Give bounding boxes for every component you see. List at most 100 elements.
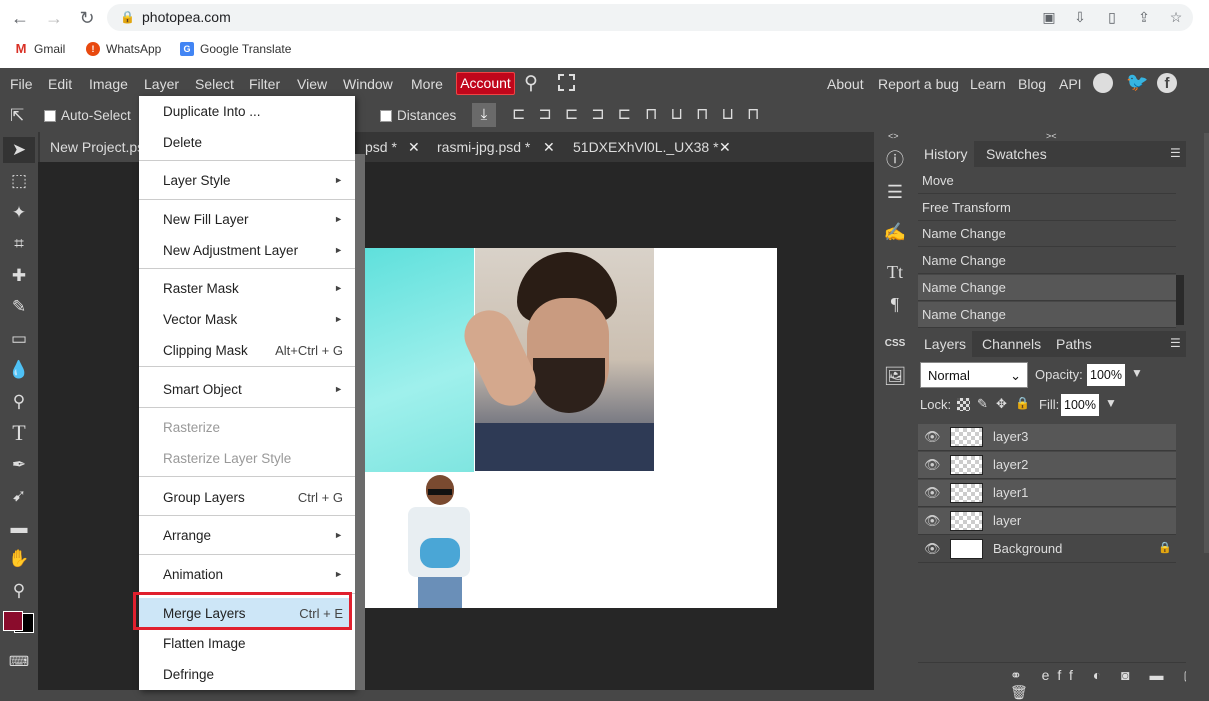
menu-layer[interactable]: Layer <box>144 76 179 92</box>
gradient-tool-icon[interactable]: ▭ <box>6 326 32 352</box>
close-icon[interactable]: ✕ <box>543 139 555 156</box>
menu-item-arrange[interactable]: Arrange ► <box>139 520 355 551</box>
menu-select[interactable]: Select <box>195 76 234 92</box>
brush-tool-icon[interactable]: ✎ <box>6 294 32 320</box>
address-bar[interactable] <box>107 4 1193 31</box>
menu-item-layer-style[interactable]: Layer Style ► <box>139 165 355 196</box>
adjust-icon[interactable]: ☰ <box>880 178 910 206</box>
layer-row[interactable]: 👁 Background 🔒 <box>918 536 1176 563</box>
download-transform-icon[interactable]: ⤓ <box>472 103 496 127</box>
url-text[interactable]: photopea.com <box>142 9 231 25</box>
page-scroll-thumb[interactable] <box>1204 133 1209 553</box>
layer-name[interactable]: layer3 <box>993 429 1028 444</box>
bookmark-gmail[interactable]: M Gmail <box>14 40 65 58</box>
menu-item-defringe[interactable]: Defringe <box>139 659 355 690</box>
download-icon[interactable]: ⇩ <box>1071 8 1089 26</box>
info-icon[interactable]: ⓘ <box>880 146 910 174</box>
lock-position-icon[interactable]: ✥ <box>996 396 1007 412</box>
css-icon[interactable]: CSS <box>880 330 910 358</box>
menu-scrollbar[interactable] <box>355 154 365 690</box>
bookmark-google-translate[interactable]: G Google Translate <box>180 40 291 58</box>
history-entry[interactable]: Name Change <box>918 248 1176 275</box>
checkbox-box[interactable] <box>380 109 392 122</box>
auto-select-checkbox[interactable]: Auto-Select <box>44 108 131 123</box>
page-icon[interactable]: ▯ <box>1103 8 1121 26</box>
checkbox-box[interactable] <box>44 109 56 122</box>
tab-new-project[interactable]: New Project.psd <box>40 132 140 162</box>
menu-view[interactable]: View <box>297 76 327 92</box>
layer-name[interactable]: layer1 <box>993 485 1028 500</box>
forward-icon[interactable]: → <box>44 8 64 28</box>
move-tool-icon[interactable]: ➤ <box>3 137 35 163</box>
tab-swatches[interactable]: Swatches <box>980 141 1053 167</box>
close-icon[interactable]: ✕ <box>719 139 731 156</box>
menu-learn[interactable]: Learn <box>970 76 1006 92</box>
blur-tool-icon[interactable]: 💧 <box>6 357 32 383</box>
history-entry[interactable]: Name Change <box>918 274 1176 301</box>
text-icon[interactable]: Tt <box>880 258 910 286</box>
menu-report-bug[interactable]: Report a bug <box>878 76 959 92</box>
fill-field[interactable]: 100% <box>1061 394 1099 416</box>
visibility-eye-icon[interactable]: 👁 <box>924 513 941 529</box>
panel-menu-icon[interactable]: ☰ <box>1170 146 1181 160</box>
menu-item-new-fill-layer[interactable]: New Fill Layer ► <box>139 204 355 235</box>
history-entry[interactable]: Move <box>918 168 1176 194</box>
visibility-eye-icon[interactable]: 👁 <box>924 485 941 501</box>
magic-wand-tool-icon[interactable]: ✦ <box>6 200 32 226</box>
menu-item-animation[interactable]: Animation ► <box>139 559 355 590</box>
menu-item-new-adjustment-layer[interactable]: New Adjustment Layer ► <box>139 235 355 266</box>
distances-checkbox[interactable]: Distances <box>380 108 456 123</box>
reload-icon[interactable]: ↻ <box>77 8 97 28</box>
panel-menu-icon[interactable]: ☰ <box>1170 336 1181 350</box>
tab-history[interactable]: History <box>918 141 974 167</box>
bookmark-whatsapp[interactable]: ! WhatsApp <box>86 40 161 58</box>
menu-item-vector-mask[interactable]: Vector Mask ► <box>139 304 355 335</box>
twitter-icon[interactable]: 🐦 <box>1126 72 1148 93</box>
image-icon[interactable]: 🖼 <box>880 362 910 390</box>
fill-dropdown-icon[interactable]: ▼ <box>1105 396 1117 410</box>
layer-row[interactable]: 👁 layer2 <box>918 452 1176 479</box>
menu-item-clipping-mask[interactable]: Clipping Mask Alt+Ctrl + G <box>139 335 355 366</box>
tab-paths[interactable]: Paths <box>1050 331 1098 357</box>
layer-name[interactable]: layer <box>993 513 1021 528</box>
account-button[interactable]: Account <box>456 72 515 95</box>
layer-name[interactable]: layer2 <box>993 457 1028 472</box>
collapse-arrows-icon[interactable]: <> <box>888 131 899 141</box>
lock-transparency-icon[interactable] <box>957 398 970 411</box>
layer-row[interactable]: 👁 layer1 <box>918 480 1176 507</box>
lock-paint-icon[interactable]: ✎ <box>977 396 988 412</box>
menu-item-group-layers[interactable]: Group Layers Ctrl + G <box>139 482 355 513</box>
distribute-icons[interactable]: ⊓⊔⊓⊔⊓ <box>645 104 772 124</box>
menu-item-raster-mask[interactable]: Raster Mask ► <box>139 273 355 304</box>
menu-image[interactable]: Image <box>89 76 128 92</box>
expand-arrows-icon[interactable]: >< <box>1046 131 1057 141</box>
close-icon[interactable]: ✕ <box>408 139 420 156</box>
search-icon[interactable]: ⚲ <box>524 72 538 95</box>
layer-row[interactable]: 👁 layer <box>918 508 1176 535</box>
share-icon[interactable]: ⇪ <box>1135 8 1153 26</box>
visibility-eye-icon[interactable]: 👁 <box>924 541 941 557</box>
opacity-field[interactable]: 100% <box>1087 364 1125 386</box>
layer-actions-icons[interactable]: ⚭ eff ◐ ◙ ▬ ▢ 🗑 <box>1010 667 1209 701</box>
back-icon[interactable]: ← <box>10 8 30 28</box>
blend-mode-select[interactable]: Normal ⌄ <box>920 362 1028 388</box>
tab-51dx[interactable]: 51DXEXhVl0L._UX38 * <box>563 132 729 162</box>
align-icons[interactable]: ⊏⊐⊏⊐⊏ <box>512 104 644 124</box>
menu-item-delete[interactable]: Delete <box>139 127 355 158</box>
pen-tool-icon[interactable]: ✒ <box>6 452 32 478</box>
menu-edit[interactable]: Edit <box>48 76 72 92</box>
tab-layers[interactable]: Layers <box>918 331 973 357</box>
fullscreen-icon[interactable] <box>558 74 575 91</box>
crop-tool-icon[interactable]: ⌗ <box>6 231 32 257</box>
paragraph-icon[interactable]: ¶ <box>880 290 910 318</box>
zoom-tool-icon[interactable]: ⚲ <box>6 578 32 604</box>
foreground-color-swatch[interactable] <box>3 611 23 631</box>
menu-item-duplicate-into[interactable]: Duplicate Into ... <box>139 96 355 127</box>
screenshot-icon[interactable]: ▣ <box>1040 8 1058 26</box>
menu-file[interactable]: File <box>10 76 33 92</box>
type-tool-icon[interactable]: T <box>6 420 32 446</box>
lock-all-icon[interactable]: 🔒 <box>1015 396 1030 410</box>
tab-channels[interactable]: Channels <box>976 331 1047 357</box>
reddit-icon[interactable] <box>1093 73 1113 93</box>
facebook-icon[interactable]: f <box>1157 73 1177 93</box>
